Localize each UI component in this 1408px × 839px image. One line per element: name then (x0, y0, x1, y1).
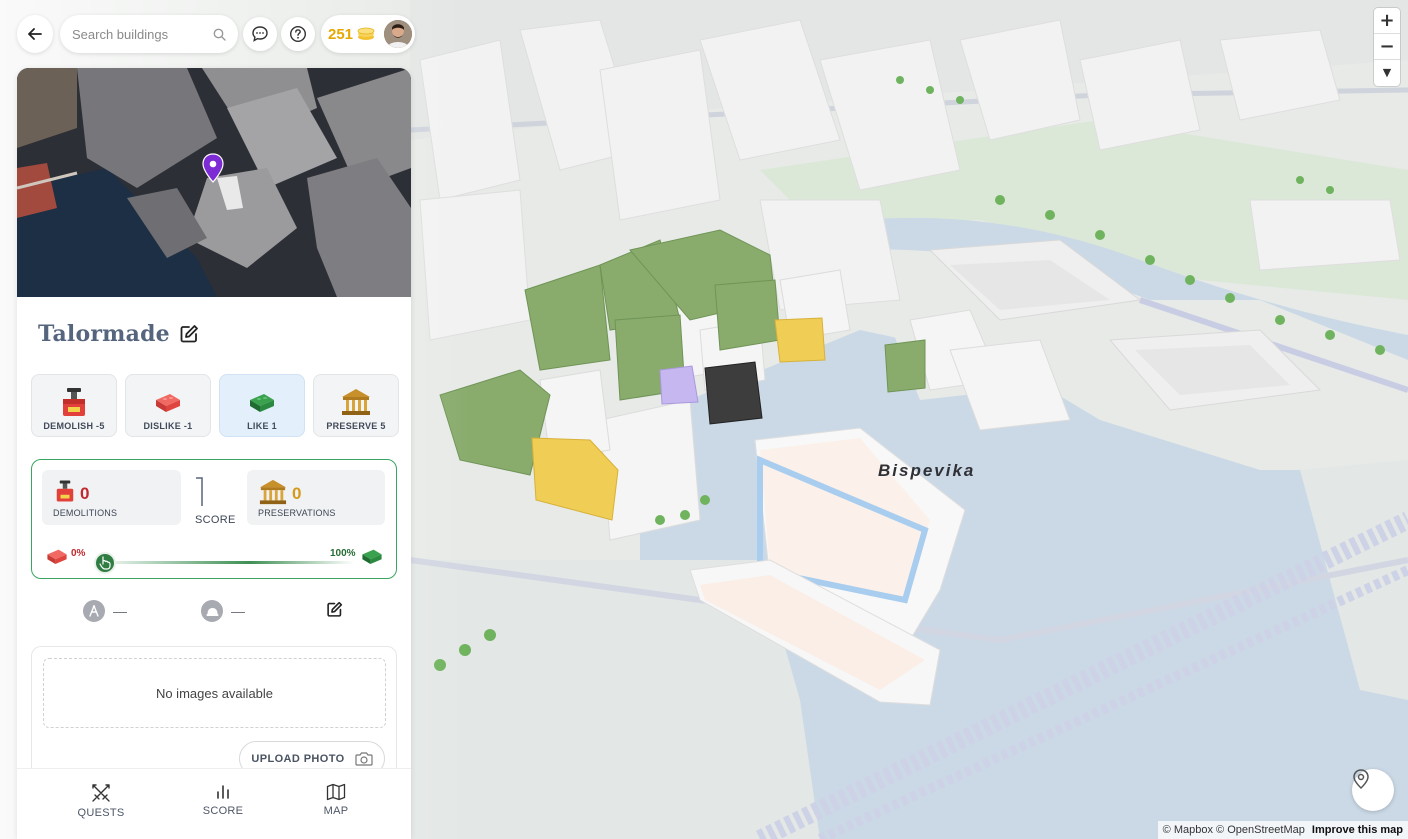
red-brick-icon (47, 549, 67, 564)
mapbox-attribution-link[interactable]: © Mapbox (1163, 824, 1213, 836)
architect-info: — (83, 600, 127, 622)
museum-icon (342, 389, 370, 415)
max-percent: 100% (330, 548, 356, 559)
help-button[interactable] (281, 17, 315, 51)
bar-chart-icon (217, 785, 229, 799)
zoom-out-button[interactable]: − (1374, 34, 1400, 60)
like-label: LIKE 1 (247, 421, 277, 431)
nav-map-label: MAP (323, 805, 349, 817)
compass-button[interactable]: ▼ (1374, 60, 1400, 86)
dislike-button[interactable]: DISLIKE -1 (125, 374, 211, 437)
search-icon[interactable] (213, 28, 226, 41)
demolish-button[interactable]: DEMOLISH -5 (31, 374, 117, 437)
search-input[interactable] (72, 26, 213, 42)
dynamite-icon (63, 388, 85, 416)
architect-icon (83, 600, 105, 622)
opinion-slider[interactable]: 0% 100% (42, 542, 388, 574)
dislike-label: DISLIKE -1 (143, 421, 193, 431)
nav-score-label: SCORE (202, 805, 244, 817)
architect-value: — (113, 603, 127, 619)
score-summary: 0 DEMOLITIONS SCORE 0 PRESERVATIONS 0% 1… (31, 459, 397, 579)
score-digit-icon (196, 477, 203, 506)
demolitions-card: 0 DEMOLITIONS (42, 470, 181, 525)
chat-button[interactable] (243, 17, 277, 51)
slider-track (92, 561, 354, 564)
building-panel: Talormade DEMOLISH -5 DISLIKE -1 LIKE 1 … (17, 68, 411, 839)
edit-meta-button[interactable] (326, 601, 343, 618)
like-button[interactable]: LIKE 1 (219, 374, 305, 437)
bottom-navigation: QUESTS SCORE MAP (17, 768, 411, 839)
satellite-image (17, 68, 411, 297)
zoom-controls: + − ▼ (1374, 8, 1400, 86)
search-box (60, 15, 238, 53)
score-label: SCORE (195, 514, 236, 526)
builder-value: — (231, 603, 245, 619)
vote-actions: DEMOLISH -5 DISLIKE -1 LIKE 1 PRESERVE 5 (31, 374, 399, 437)
demolitions-label: DEMOLITIONS (53, 508, 118, 518)
nav-score[interactable]: SCORE (188, 783, 258, 817)
location-pin-icon (1353, 769, 1369, 789)
camera-icon (355, 752, 373, 766)
osm-attribution-link[interactable]: © OpenStreetMap (1216, 824, 1305, 836)
chat-bubble-icon (252, 26, 268, 42)
improve-map-link[interactable]: Improve this map (1312, 824, 1403, 836)
arrow-left-icon (28, 28, 42, 40)
green-brick-icon (362, 549, 382, 564)
user-avatar[interactable] (384, 20, 413, 48)
nav-quests-label: QUESTS (77, 807, 125, 819)
no-images-placeholder: No images available (43, 658, 386, 728)
upload-photo-label: UPLOAD PHOTO (251, 752, 345, 765)
slider-thumb[interactable] (94, 552, 116, 574)
green-brick-icon (250, 394, 274, 412)
nav-quests[interactable]: QUESTS (66, 783, 136, 819)
demolish-label: DEMOLISH -5 (43, 421, 105, 431)
preservations-card: 0 PRESERVATIONS (247, 470, 385, 525)
preserve-button[interactable]: PRESERVE 5 (313, 374, 399, 437)
help-icon (289, 25, 307, 43)
zoom-in-button[interactable]: + (1374, 8, 1400, 34)
hard-hat-icon (201, 600, 223, 622)
avatar-image (384, 20, 413, 48)
preserve-label: PRESERVE 5 (326, 421, 386, 431)
museum-icon (259, 479, 287, 505)
map-attribution: © Mapbox © OpenStreetMap Improve this ma… (1157, 821, 1408, 839)
demolitions-count: 0 (80, 484, 90, 503)
coin-balance[interactable]: 251 (321, 15, 415, 53)
top-bar: 251 (17, 14, 415, 54)
dynamite-icon (56, 480, 74, 502)
red-brick-icon (156, 394, 180, 412)
coin-count: 251 (328, 25, 354, 43)
crossed-swords-icon (92, 784, 110, 802)
back-button[interactable] (17, 15, 53, 53)
building-title: Talormade (38, 321, 170, 347)
min-percent: 0% (71, 548, 86, 559)
title-row: Talormade (38, 321, 200, 347)
building-meta: — — (83, 600, 359, 624)
edit-icon (327, 601, 343, 617)
edit-title-button[interactable] (178, 323, 200, 345)
preservations-count: 0 (292, 484, 302, 503)
hand-pointer-icon (99, 556, 111, 570)
preservations-label: PRESERVATIONS (258, 508, 336, 518)
locate-button[interactable] (1352, 769, 1394, 811)
satellite-photo (17, 68, 411, 297)
coin-stack-icon (357, 27, 375, 40)
edit-icon (180, 325, 198, 343)
builder-info: — (201, 600, 245, 622)
nav-map[interactable]: MAP (301, 783, 371, 817)
district-label: Bispevika (878, 461, 976, 480)
map-icon (326, 783, 346, 801)
